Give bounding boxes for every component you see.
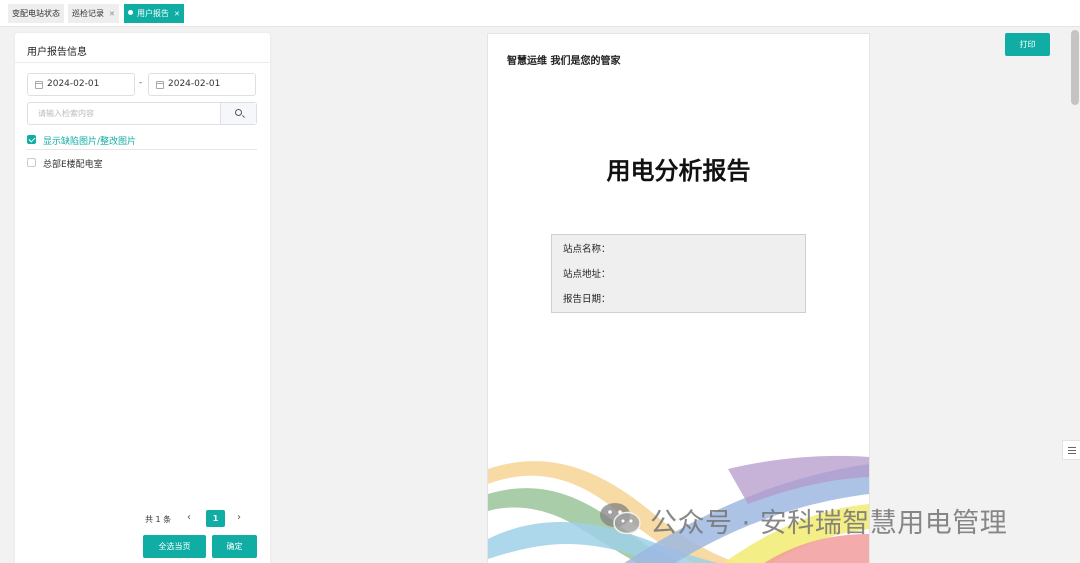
confirm-button[interactable]: 确定: [212, 535, 257, 558]
tab-label: 巡检记录: [72, 9, 104, 18]
calendar-icon: [156, 81, 164, 89]
date-separator: -: [139, 78, 143, 88]
pager-total: 共 1 条: [145, 515, 172, 524]
divider: [27, 149, 257, 150]
close-icon[interactable]: ✕: [109, 10, 115, 18]
tab-user-report[interactable]: 用户报告 ✕: [124, 4, 184, 23]
station-label: 总部E楼配电室: [43, 160, 103, 170]
end-date-picker[interactable]: 2024-02-01: [148, 73, 256, 96]
report-filter-panel: 用户报告信息 2024-02-01 - 2024-02-01 显示缺陷图片/整改…: [15, 33, 270, 563]
settings-sliders-icon[interactable]: [1062, 440, 1080, 460]
scrollbar-thumb[interactable]: [1071, 30, 1079, 105]
report-slogan: 智慧运维 我们是您的管家: [507, 56, 621, 67]
search-icon: [235, 109, 242, 116]
active-dot-icon: [128, 10, 133, 15]
panel-title: 用户报告信息: [27, 47, 87, 58]
station-name-field: 站点名称：: [563, 244, 611, 255]
report-info-box: 站点名称： 站点地址： 报告日期：: [551, 234, 806, 313]
calendar-icon: [35, 81, 43, 89]
tab-label: 用户报告: [137, 9, 169, 18]
divider: [15, 62, 270, 63]
search-button[interactable]: [220, 103, 256, 124]
next-page-button[interactable]: ›: [237, 512, 241, 523]
select-all-page-button[interactable]: 全选当页: [143, 535, 206, 558]
station-checkbox[interactable]: [27, 158, 36, 167]
search-input[interactable]: [28, 103, 221, 124]
station-address-field: 站点地址：: [563, 269, 611, 280]
tab-inspection-records[interactable]: 巡检记录 ✕: [68, 4, 119, 23]
search-box: [27, 102, 257, 125]
tab-label: 变配电站状态: [12, 9, 60, 18]
show-defect-images-checkbox[interactable]: [27, 135, 36, 144]
start-date-picker[interactable]: 2024-02-01: [27, 73, 135, 96]
tab-substation-status[interactable]: 变配电站状态: [8, 4, 64, 23]
close-icon[interactable]: ✕: [174, 10, 180, 18]
start-date-value: 2024-02-01: [47, 79, 100, 89]
end-date-value: 2024-02-01: [168, 79, 221, 89]
page-number-button[interactable]: 1: [206, 510, 225, 527]
watermark-text: 公众号 · 安科瑞智慧用电管理: [650, 508, 1008, 539]
print-button[interactable]: 打印: [1005, 33, 1050, 56]
scrollbar-track[interactable]: [1069, 27, 1080, 563]
report-date-field: 报告日期：: [563, 294, 611, 305]
tab-bar: 变配电站状态 巡检记录 ✕ 用户报告 ✕: [0, 0, 1080, 27]
report-preview: 智慧运维 我们是您的管家 用电分析报告 站点名称： 站点地址： 报告日期：: [487, 33, 870, 563]
report-title: 用电分析报告: [606, 157, 751, 185]
prev-page-button[interactable]: ‹: [187, 512, 191, 523]
show-defect-images-label: 显示缺陷图片/整改图片: [43, 137, 137, 147]
wechat-icon: [600, 503, 641, 535]
